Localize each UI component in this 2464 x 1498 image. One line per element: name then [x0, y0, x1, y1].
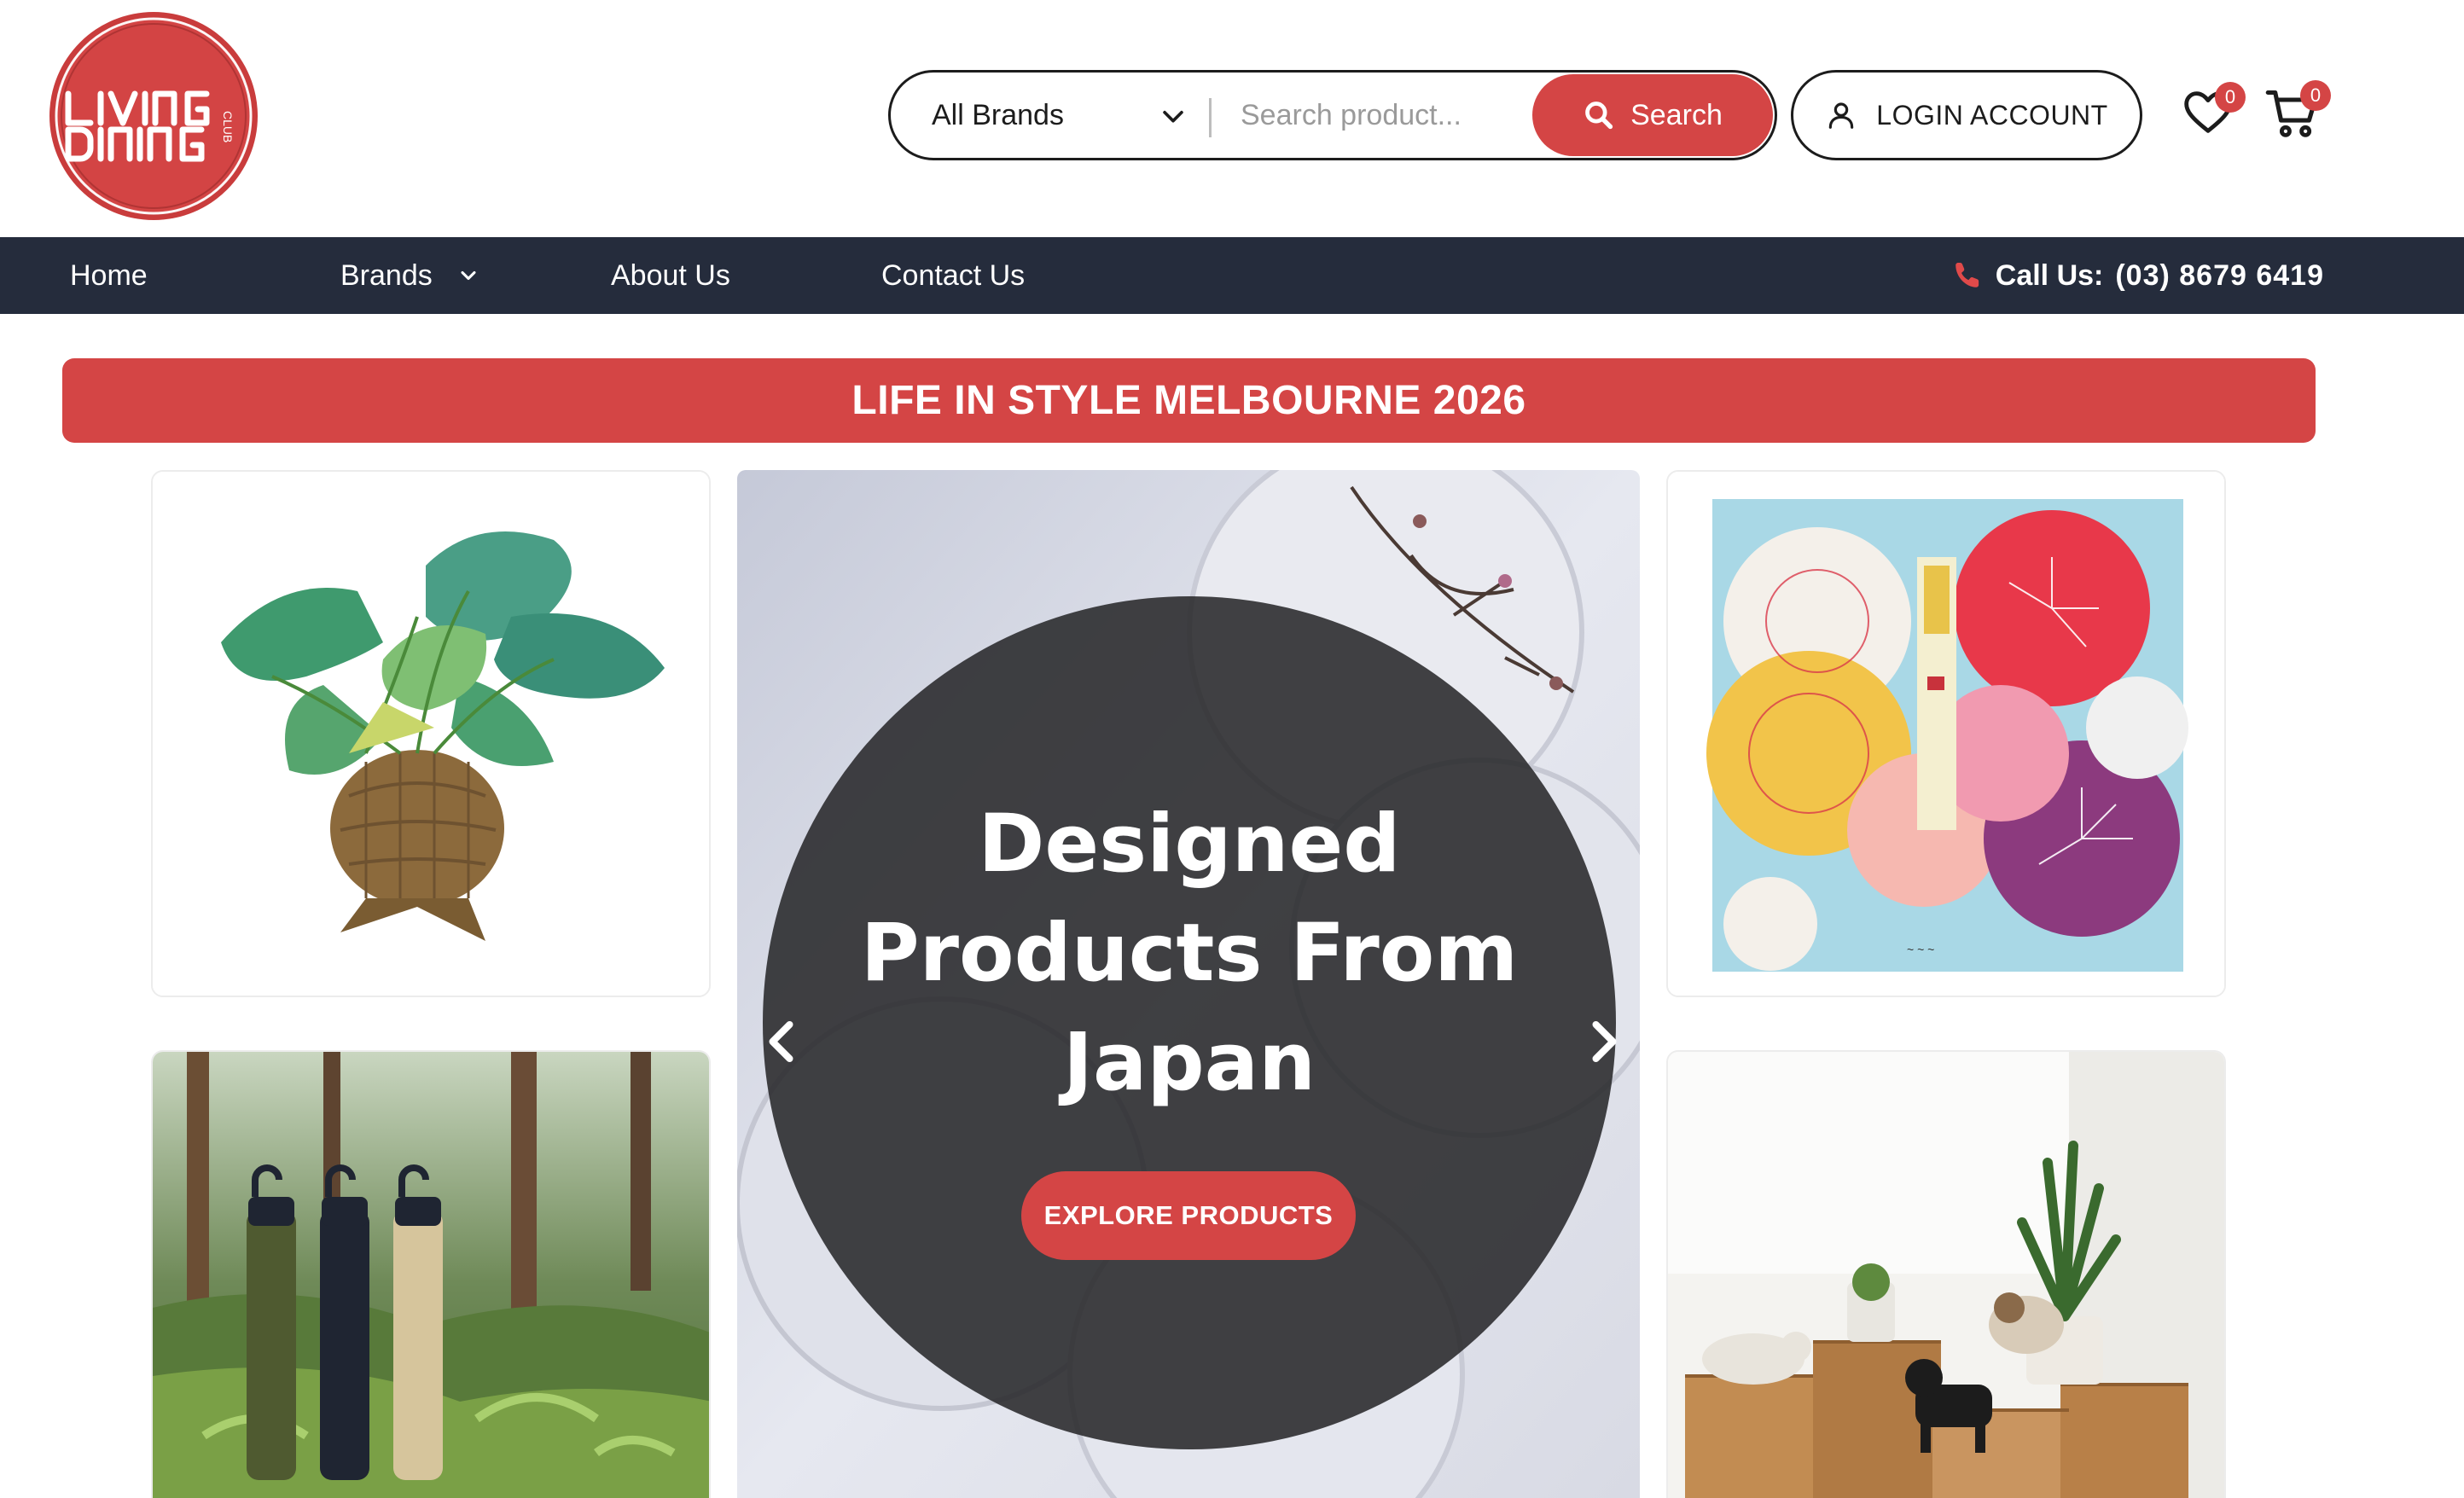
brand-select[interactable]: All Brands	[932, 73, 1188, 158]
nav-item-label: Brands	[340, 258, 433, 292]
login-account-label: LOGIN ACCOUNT	[1876, 99, 2108, 131]
nav-item-about-us[interactable]: About Us	[611, 237, 730, 314]
hero-title-line: Products From	[860, 907, 1519, 1000]
wishlist-count-badge: 0	[2215, 82, 2246, 113]
login-account-button[interactable]: LOGIN ACCOUNT	[1791, 70, 2142, 160]
nav-item-label: Contact Us	[881, 258, 1026, 292]
phone-label: Call Us:	[1995, 258, 2104, 292]
nav-phone[interactable]: Call Us: (03) 8679 6419	[1951, 237, 2324, 314]
site-header: CLUB All Brands Search LOGIN ACCOUNT	[0, 0, 2464, 237]
chevron-down-icon	[1163, 110, 1183, 123]
search-button-label: Search	[1630, 98, 1723, 131]
chevron-down-icon	[461, 270, 476, 281]
product-tile-paper-plant[interactable]	[151, 470, 711, 997]
promo-banner-text: LIFE IN STYLE MELBOURNE 2026	[851, 378, 1526, 423]
svg-text:CLUB: CLUB	[221, 111, 235, 142]
hero-slider: Designed Products From Japan EXPLORE PRO…	[737, 470, 1640, 1498]
brand-select-value: All Brands	[932, 98, 1064, 131]
cart-button[interactable]: 0	[2264, 80, 2331, 140]
explore-products-button[interactable]: EXPLORE PRODUCTS	[1021, 1171, 1356, 1260]
chevron-right-icon[interactable]	[1577, 1016, 1628, 1067]
chevron-left-icon[interactable]	[758, 1016, 809, 1067]
search-bar: All Brands Search	[888, 70, 1777, 160]
promo-banner[interactable]: LIFE IN STYLE MELBOURNE 2026	[62, 358, 2316, 443]
wishlist-button[interactable]: 0	[2181, 82, 2246, 140]
phone-number: (03) 8679 6419	[2115, 258, 2324, 292]
nav-item-brands[interactable]: Brands	[340, 237, 480, 314]
product-tile-washi-paper[interactable]: ~ ~ ~	[1666, 470, 2226, 997]
nav-item-label: About Us	[611, 258, 730, 292]
user-icon	[1829, 102, 1854, 129]
product-tile-wooden-animals[interactable]	[1666, 1050, 2226, 1498]
cart-count-badge: 0	[2300, 80, 2331, 111]
nav-item-home[interactable]: Home	[70, 237, 148, 314]
hero-title-line: Designed	[978, 798, 1401, 891]
hero-title: Designed Products From Japan	[788, 790, 1590, 1118]
search-icon	[1585, 102, 1613, 130]
product-tile-water-bottles[interactable]	[151, 1050, 711, 1498]
water-bottles-image	[153, 1052, 709, 1498]
nav-item-label: Home	[70, 258, 148, 292]
phone-icon	[1955, 262, 1979, 287]
search-button[interactable]: Search	[1532, 74, 1773, 156]
explore-products-label: EXPLORE PRODUCTS	[1043, 1200, 1334, 1230]
main-nav: Home Brands About Us Contact Us Call Us:…	[0, 237, 2464, 314]
wooden-animals-image	[1668, 1052, 2224, 1498]
search-input[interactable]	[1241, 88, 1548, 142]
hero-title-line: Japan	[1062, 1016, 1316, 1109]
washi-paper-image: ~ ~ ~	[1668, 472, 2224, 996]
site-logo[interactable]: CLUB	[44, 10, 264, 222]
svg-text:~ ~ ~: ~ ~ ~	[1907, 943, 1934, 956]
paper-plant-image	[153, 472, 709, 996]
search-divider	[1209, 98, 1212, 137]
nav-item-contact-us[interactable]: Contact Us	[881, 237, 1025, 314]
